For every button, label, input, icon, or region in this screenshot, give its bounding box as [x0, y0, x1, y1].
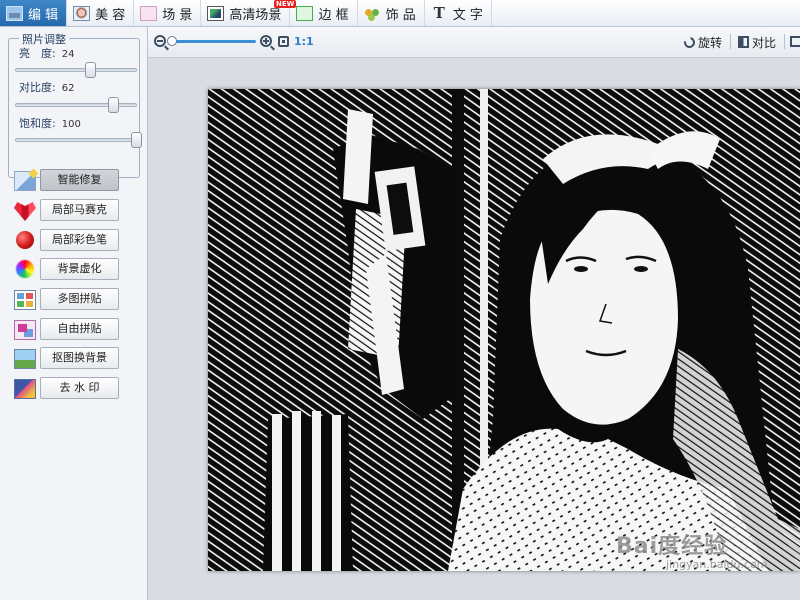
tab-decoration-label: 饰 品 — [385, 7, 416, 23]
contrast-label-text: 对比度: — [19, 81, 56, 94]
tool-row-watermark-remove: 去 水 印 — [14, 377, 144, 401]
zoom-slider-thumb[interactable] — [167, 36, 177, 46]
tab-beauty-label: 美 容 — [95, 7, 126, 23]
actual-size-button[interactable]: 1:1 — [294, 35, 314, 48]
frame-icon — [296, 5, 314, 21]
rotate-button[interactable]: 旋转 — [681, 32, 723, 52]
text-icon: T — [433, 3, 445, 22]
tool-row-cutout: 抠图换背景 — [14, 347, 144, 371]
tab-text[interactable]: T 文 字 — [425, 0, 492, 26]
beauty-icon — [73, 5, 91, 21]
brightness-value: 24 — [61, 49, 75, 60]
left-tool-panel: 照片调整 亮 度:24 对比度:62 饱和度:100 智能修复 局部马赛克 — [0, 27, 148, 600]
contrast-slider[interactable] — [15, 97, 137, 113]
contrast-value: 62 — [61, 83, 75, 94]
tool-row-smart-repair: 智能修复 — [14, 169, 144, 193]
multi-collage-icon — [14, 290, 36, 310]
saturation-label-text: 饱和度: — [19, 117, 56, 130]
tool-row-color-pen: 局部彩色笔 — [14, 229, 144, 253]
toolbar-divider — [730, 34, 731, 49]
toolbar-divider — [784, 34, 785, 49]
mosaic-icon — [14, 202, 36, 221]
tab-beauty[interactable]: 美 容 — [67, 0, 135, 26]
compare-icon — [738, 36, 749, 48]
tool-row-free-collage: 自由拼贴 — [14, 318, 144, 342]
background-blur-icon — [16, 260, 34, 278]
color-pen-button[interactable]: 局部彩色笔 — [40, 229, 119, 251]
tab-text-label: 文 字 — [452, 7, 483, 23]
view-toolbar: 1:1 旋转 对比 — [148, 27, 800, 58]
brightness-label-text: 亮 度: — [19, 47, 56, 60]
tab-scene-label: 场 景 — [162, 7, 193, 23]
multi-collage-button[interactable]: 多图拼贴 — [40, 288, 119, 310]
cutout-button[interactable]: 抠图换背景 — [40, 347, 119, 369]
tab-decoration[interactable]: 饰 品 — [358, 0, 425, 26]
main-tab-bar: 编 辑 美 容 场 景 高清场景 边 框 饰 品 T 文 字 NEW — [0, 0, 800, 27]
new-badge: NEW — [274, 0, 297, 8]
tab-edit-label: 编 辑 — [28, 7, 59, 23]
tab-scene[interactable]: 场 景 — [134, 0, 202, 26]
compare-label: 对比 — [752, 35, 777, 50]
color-pen-icon — [16, 231, 34, 249]
rotate-icon — [681, 34, 698, 50]
watermark-remove-icon — [14, 379, 36, 399]
mosaic-button[interactable]: 局部马赛克 — [40, 199, 119, 221]
compare-button[interactable]: 对比 — [738, 32, 776, 52]
contrast-slider-thumb[interactable] — [108, 97, 120, 113]
photo-adjust-group: 照片调整 亮 度: 24 对比度: 62 饱和度: 100 — [8, 31, 142, 178]
brightness-label: 亮 度: 24 — [19, 45, 74, 61]
zoom-slider[interactable] — [167, 36, 256, 46]
scene-icon — [140, 5, 158, 21]
zoom-in-icon[interactable] — [260, 35, 275, 51]
smart-repair-icon — [14, 171, 36, 191]
saturation-slider-thumb[interactable] — [131, 132, 142, 148]
hd-scene-icon — [207, 5, 225, 21]
brightness-slider[interactable] — [15, 62, 137, 78]
tool-row-mosaic: 局部马赛克 — [14, 199, 144, 223]
free-collage-icon — [14, 320, 36, 340]
fit-window-icon[interactable] — [278, 36, 289, 47]
saturation-slider[interactable] — [15, 132, 142, 148]
canvas-area: Bai度经验 jingyan.baidu.com — [148, 58, 800, 600]
tool-row-multi-collage: 多图拼贴 — [14, 288, 144, 312]
saturation-value: 100 — [61, 119, 81, 130]
more-view-icon[interactable] — [790, 36, 800, 47]
tab-frame[interactable]: 边 框 — [290, 0, 358, 26]
cutout-icon — [14, 349, 36, 369]
background-blur-button[interactable]: 背景虚化 — [40, 258, 119, 280]
tool-row-background-blur: 背景虚化 — [14, 258, 144, 282]
smart-repair-button[interactable]: 智能修复 — [40, 169, 119, 191]
edited-photo[interactable] — [208, 89, 800, 571]
zoom-out-icon[interactable] — [154, 35, 169, 51]
sketch-effect-photo — [208, 89, 800, 571]
tab-frame-label: 边 框 — [318, 7, 349, 23]
rotate-label: 旋转 — [698, 35, 723, 50]
free-collage-button[interactable]: 自由拼贴 — [40, 318, 119, 340]
brightness-slider-thumb[interactable] — [85, 62, 97, 78]
decoration-icon — [364, 6, 381, 21]
contrast-label: 对比度: 62 — [19, 79, 74, 95]
edit-icon — [6, 5, 23, 21]
watermark-remove-button[interactable]: 去 水 印 — [40, 377, 119, 399]
tab-edit[interactable]: 编 辑 — [0, 0, 68, 26]
saturation-label: 饱和度: 100 — [19, 115, 81, 131]
